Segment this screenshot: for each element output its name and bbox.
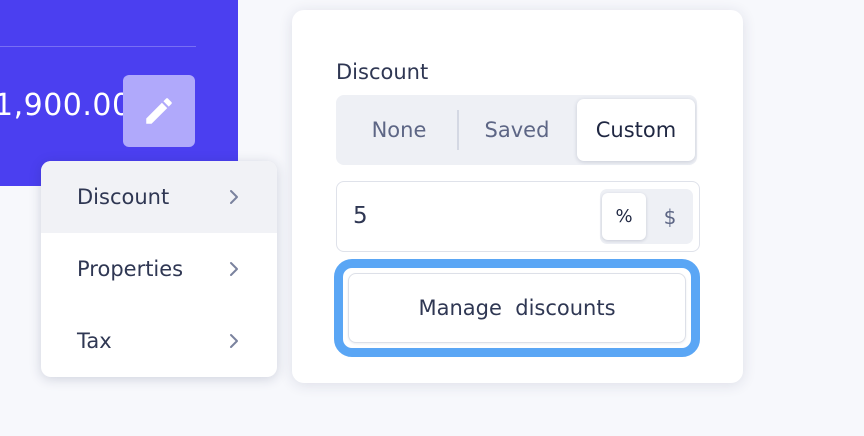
chevron-right-icon	[230, 262, 238, 276]
menu-item-label: Properties	[77, 257, 184, 281]
menu-item-tax[interactable]: Tax	[41, 305, 277, 377]
menu-item-label: Discount	[77, 185, 170, 209]
unit-dollar-button[interactable]: $	[648, 193, 692, 240]
menu-item-label: Tax	[77, 329, 112, 353]
mode-none-button[interactable]: None	[340, 99, 458, 161]
mode-custom-button[interactable]: Custom	[577, 99, 695, 161]
summary-panel: 1,900.00	[0, 0, 238, 186]
discount-card: Discount None Saved Custom 5 % $ Manage …	[292, 10, 743, 383]
discount-title: Discount	[336, 60, 429, 84]
discount-mode-selector: None Saved Custom	[336, 95, 697, 165]
mode-saved-button[interactable]: Saved	[458, 99, 576, 161]
manage-discounts-button[interactable]: Manage discounts	[348, 273, 686, 343]
unit-toggle: % $	[600, 189, 693, 244]
discount-value-field[interactable]: 5 % $	[336, 181, 700, 252]
chevron-right-icon	[230, 334, 238, 348]
menu-item-discount[interactable]: Discount	[41, 161, 277, 233]
chevron-right-icon	[230, 190, 238, 204]
total-amount: 1,900.00	[0, 88, 132, 123]
pencil-icon	[146, 98, 172, 124]
options-menu: Discount Properties Tax	[41, 161, 277, 377]
panel-divider	[0, 46, 196, 47]
edit-amount-button[interactable]	[123, 75, 195, 147]
menu-item-properties[interactable]: Properties	[41, 233, 277, 305]
unit-percent-button[interactable]: %	[602, 193, 646, 240]
discount-value[interactable]: 5	[353, 203, 368, 229]
screen: 1,900.00 Discount Properties Tax Discoun…	[0, 0, 864, 436]
